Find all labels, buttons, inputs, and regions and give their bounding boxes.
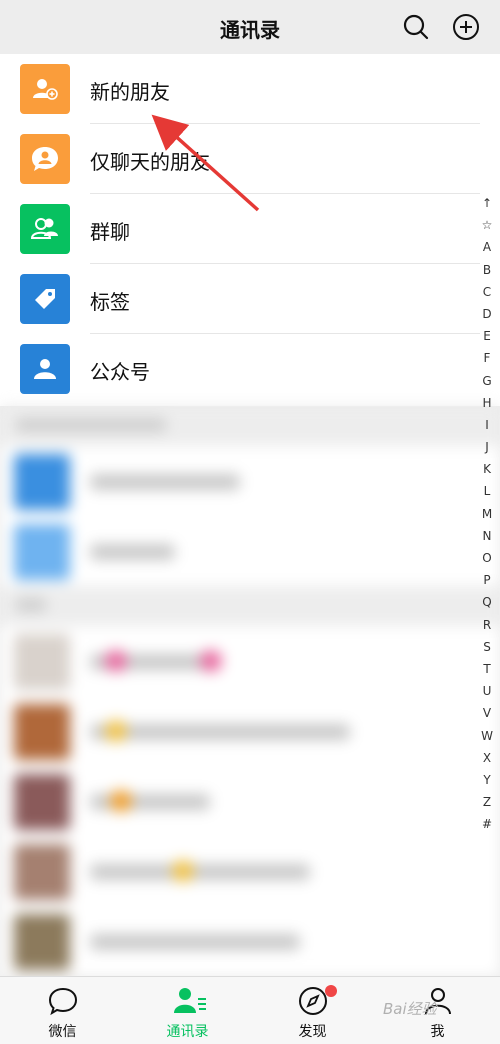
person-icon [20, 344, 70, 394]
tab-discover[interactable]: 发现 [250, 977, 375, 1044]
menu-label: 公众号 [90, 360, 150, 384]
menu-chat-only-friends[interactable]: 仅聊天的朋友 [0, 124, 500, 194]
index-letter[interactable]: B [478, 259, 496, 281]
list-item[interactable] [0, 516, 500, 586]
index-letter[interactable]: P [478, 569, 496, 591]
index-letter[interactable]: A [478, 236, 496, 258]
index-letter[interactable]: Z [478, 791, 496, 813]
index-letter[interactable]: H [478, 392, 496, 414]
index-letter[interactable]: R [478, 614, 496, 636]
list-item[interactable] [0, 836, 500, 906]
tab-chats[interactable]: 微信 [0, 977, 125, 1044]
section-header [0, 406, 500, 446]
alphabet-index[interactable]: ↑ ☆ A B C D E F G H I J K L M N O P Q R S T U V W X Y Z # [478, 192, 496, 835]
index-letter[interactable]: V [478, 702, 496, 724]
chat-bubble-person-icon [20, 134, 70, 184]
add-friend-icon [20, 64, 70, 114]
tab-contacts[interactable]: 通讯录 [125, 977, 250, 1044]
menu-new-friends[interactable]: 新的朋友 [0, 54, 500, 124]
tab-label: 发现 [298, 1024, 327, 1040]
menu-group-chats[interactable]: 群聊 [0, 194, 500, 264]
menu-tags[interactable]: 标签 [0, 264, 500, 334]
contacts-menu-list: 新的朋友 仅聊天的朋友 群聊 标签 公众号 [0, 54, 500, 406]
index-letter[interactable]: G [478, 370, 496, 392]
menu-label: 仅聊天的朋友 [90, 150, 210, 174]
index-letter[interactable]: J [478, 436, 496, 458]
watermark: Bai经验 [383, 1000, 437, 1018]
contacts-icon [174, 988, 206, 1013]
chat-icon [48, 987, 78, 1016]
notification-badge [325, 985, 337, 997]
group-icon [20, 204, 70, 254]
index-letter[interactable]: F [478, 347, 496, 369]
index-letter[interactable]: T [478, 658, 496, 680]
tab-label: 我 [430, 1024, 445, 1040]
list-item[interactable] [0, 626, 500, 696]
index-letter[interactable]: X [478, 747, 496, 769]
list-item[interactable] [0, 766, 500, 836]
index-letter[interactable]: Y [478, 769, 496, 791]
index-letter[interactable]: I [478, 414, 496, 436]
index-letter[interactable]: K [478, 458, 496, 480]
index-letter[interactable]: # [478, 813, 496, 835]
blurred-contacts [0, 406, 500, 976]
header-bar: 通讯录 [0, 0, 500, 54]
index-letter[interactable]: O [478, 547, 496, 569]
menu-label: 新的朋友 [90, 80, 170, 104]
index-letter[interactable]: L [478, 480, 496, 502]
index-letter[interactable]: ☆ [478, 214, 496, 236]
menu-label: 群聊 [90, 220, 130, 244]
list-item[interactable] [0, 906, 500, 976]
index-letter[interactable]: U [478, 680, 496, 702]
list-item[interactable] [0, 446, 500, 516]
plus-circle-icon[interactable] [451, 12, 481, 42]
menu-official-accounts[interactable]: 公众号 [0, 334, 500, 404]
list-item[interactable] [0, 696, 500, 766]
index-letter[interactable]: M [478, 503, 496, 525]
index-letter[interactable]: E [478, 325, 496, 347]
search-icon[interactable] [401, 12, 431, 42]
index-letter[interactable]: W [478, 725, 496, 747]
tag-icon [20, 274, 70, 324]
index-letter[interactable]: ↑ [478, 192, 496, 214]
index-letter[interactable]: D [478, 303, 496, 325]
menu-label: 标签 [90, 290, 130, 314]
tab-label: 通讯录 [166, 1024, 209, 1040]
section-header [0, 586, 500, 626]
index-letter[interactable]: S [478, 636, 496, 658]
index-letter[interactable]: C [478, 281, 496, 303]
index-letter[interactable]: N [478, 525, 496, 547]
tab-label: 微信 [48, 1024, 77, 1040]
index-letter[interactable]: Q [478, 591, 496, 613]
